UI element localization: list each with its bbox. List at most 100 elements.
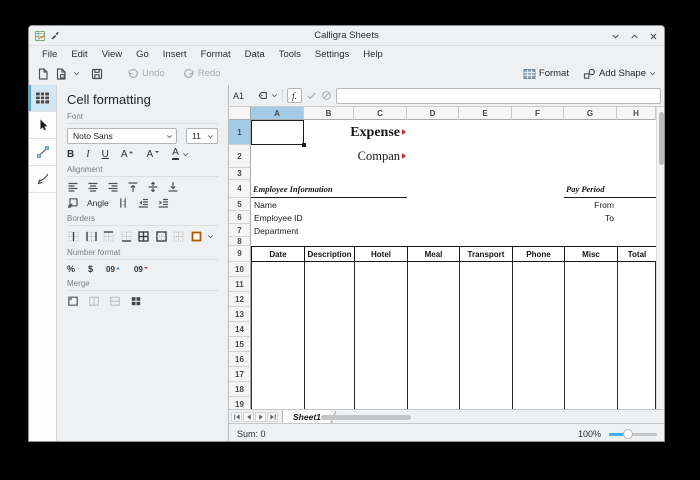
new-document-button[interactable] [37, 68, 49, 80]
column-header-D[interactable]: D [407, 107, 459, 120]
open-document-button[interactable] [55, 68, 67, 80]
merge-cells-button[interactable] [67, 295, 79, 307]
vertical-scrollbar-thumb[interactable] [659, 112, 664, 165]
angle-button[interactable]: Angle [87, 198, 109, 208]
previous-sheet-button[interactable] [243, 412, 254, 422]
rotate-text-button[interactable] [117, 197, 129, 209]
cell-reference[interactable]: A1 [233, 91, 253, 101]
border-outline-button[interactable] [155, 230, 168, 243]
zoom-slider-knob[interactable] [623, 429, 633, 439]
shape-select-tool-button[interactable] [29, 112, 56, 139]
row-header-19[interactable]: 19 [229, 397, 251, 409]
redo-button[interactable]: Redo [183, 68, 221, 80]
border-none-button[interactable] [172, 230, 185, 243]
zoom-slider[interactable] [609, 429, 657, 439]
row-header-9[interactable]: 9 [229, 246, 251, 262]
row-header-13[interactable]: 13 [229, 307, 251, 322]
menu-item-view[interactable]: View [95, 49, 129, 60]
menu-item-settings[interactable]: Settings [308, 49, 356, 60]
horizontal-scrollbar-thumb[interactable] [321, 415, 411, 420]
first-sheet-button[interactable] [231, 412, 242, 422]
row-header-18[interactable]: 18 [229, 382, 251, 397]
close-button[interactable] [649, 32, 658, 41]
cell-grid[interactable]: ABCDEFGH12345678910111213141516171819Exp… [229, 107, 656, 409]
column-header-B[interactable]: B [304, 107, 354, 120]
underline-button[interactable]: U [102, 149, 109, 160]
row-header-11[interactable]: 11 [229, 277, 251, 292]
vertical-scrollbar[interactable] [656, 107, 665, 409]
row-header-16[interactable]: 16 [229, 352, 251, 367]
row-header-5[interactable]: 5 [229, 198, 251, 211]
menu-item-data[interactable]: Data [238, 49, 272, 60]
menu-item-tools[interactable]: Tools [272, 49, 308, 60]
increase-precision-button[interactable]: 09 [106, 265, 121, 274]
row-header-1[interactable]: 1 [229, 120, 251, 145]
last-sheet-button[interactable] [267, 412, 278, 422]
menu-item-file[interactable]: File [35, 49, 64, 60]
align-left-button[interactable] [67, 181, 79, 193]
apply-check-icon[interactable] [306, 90, 317, 101]
decrease-indent-button[interactable] [137, 197, 149, 209]
next-sheet-button[interactable] [255, 412, 266, 422]
column-header-A[interactable]: A [251, 107, 304, 120]
row-header-14[interactable]: 14 [229, 322, 251, 337]
menu-item-format[interactable]: Format [194, 49, 238, 60]
shrink-font-button[interactable]: A [146, 149, 160, 160]
named-range-button[interactable] [257, 90, 278, 101]
row-header-4[interactable]: 4 [229, 180, 251, 198]
menu-item-help[interactable]: Help [356, 49, 390, 60]
merge-horizontal-button[interactable] [88, 295, 100, 307]
open-dropdown-chevron-icon[interactable] [73, 70, 80, 77]
column-header-E[interactable]: E [459, 107, 512, 120]
border-top-button[interactable] [102, 230, 115, 243]
border-color-button[interactable] [190, 230, 203, 243]
menu-item-edit[interactable]: Edit [64, 49, 94, 60]
select-all-corner[interactable] [229, 107, 251, 120]
row-header-8[interactable]: 8 [229, 237, 251, 246]
align-right-button[interactable] [107, 181, 119, 193]
vertical-text-button[interactable] [67, 197, 79, 209]
align-middle-button[interactable] [147, 181, 159, 193]
border-bottom-button[interactable] [120, 230, 133, 243]
border-all-button[interactable] [137, 230, 150, 243]
cell-tool-button[interactable] [29, 85, 56, 112]
text-color-button[interactable]: A [172, 148, 189, 160]
percent-format-button[interactable]: % [67, 264, 75, 274]
row-header-2[interactable]: 2 [229, 145, 251, 168]
currency-format-button[interactable]: $ [88, 264, 93, 274]
row-header-3[interactable]: 3 [229, 168, 251, 180]
undo-button[interactable]: Undo [127, 68, 165, 80]
column-header-C[interactable]: C [354, 107, 407, 120]
formula-input[interactable] [336, 88, 661, 104]
align-top-button[interactable] [127, 181, 139, 193]
function-button[interactable]: f. [287, 88, 302, 103]
save-button[interactable] [91, 68, 103, 80]
increase-indent-button[interactable] [157, 197, 169, 209]
row-header-17[interactable]: 17 [229, 367, 251, 382]
line-tool-button[interactable] [29, 139, 56, 166]
row-header-6[interactable]: 6 [229, 211, 251, 224]
italic-button[interactable]: I [86, 149, 89, 160]
format-button[interactable]: Format [523, 68, 569, 80]
align-center-button[interactable] [87, 181, 99, 193]
menu-item-go[interactable]: Go [129, 49, 156, 60]
border-vertical-button[interactable] [67, 230, 80, 243]
unmerge-cells-button[interactable] [130, 295, 142, 307]
minimize-button[interactable] [611, 32, 620, 41]
column-header-G[interactable]: G [564, 107, 617, 120]
column-header-F[interactable]: F [512, 107, 564, 120]
maximize-button[interactable] [630, 32, 639, 41]
titlebar[interactable]: Calligra Sheets [29, 26, 664, 46]
merge-vertical-button[interactable] [109, 295, 121, 307]
column-header-H[interactable]: H [617, 107, 656, 120]
add-shape-button[interactable]: Add Shape [583, 68, 656, 80]
row-header-7[interactable]: 7 [229, 224, 251, 237]
row-header-10[interactable]: 10 [229, 262, 251, 277]
align-bottom-button[interactable] [167, 181, 179, 193]
grow-font-button[interactable]: A [121, 149, 135, 160]
cancel-icon[interactable] [321, 90, 332, 101]
decrease-precision-button[interactable]: 09 [134, 265, 149, 274]
bold-button[interactable]: B [67, 149, 74, 160]
font-size-select[interactable]: 11 [186, 128, 218, 144]
row-header-12[interactable]: 12 [229, 292, 251, 307]
